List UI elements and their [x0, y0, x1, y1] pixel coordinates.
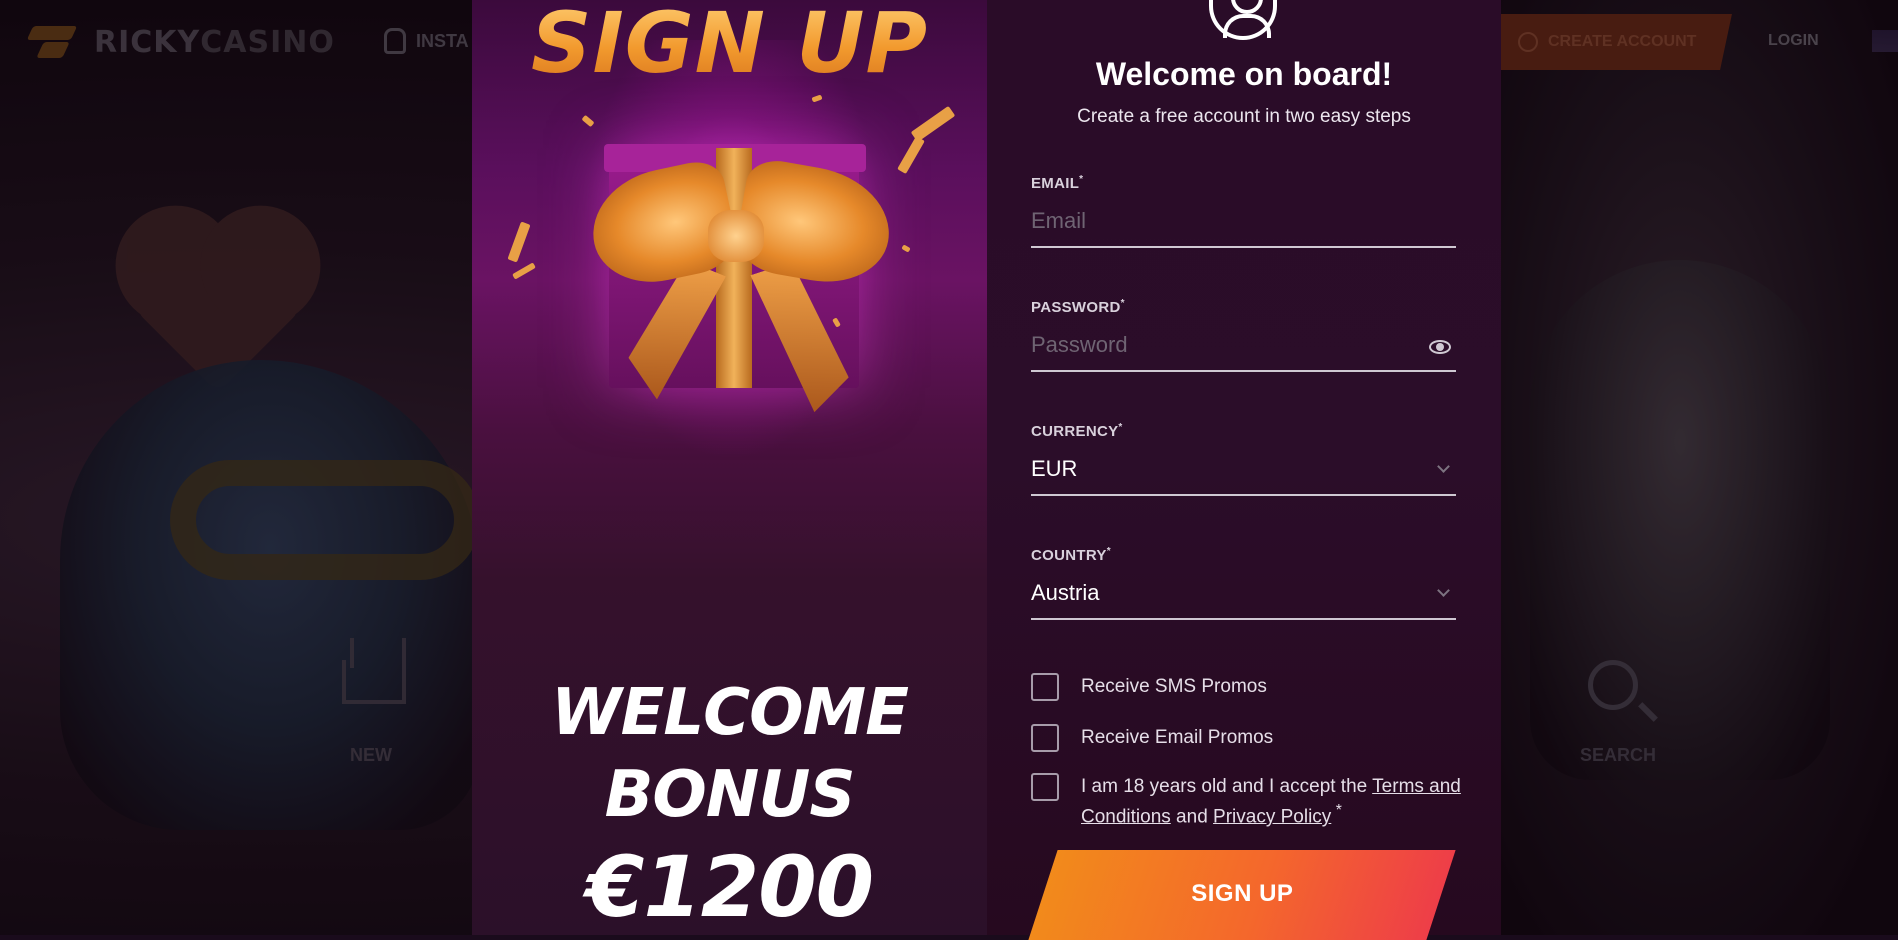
email-input[interactable] — [1031, 204, 1456, 248]
user-icon — [1209, 0, 1277, 40]
signup-submit-button[interactable]: SIGN UP — [1028, 850, 1456, 940]
promo-title: SIGN UP — [472, 0, 987, 92]
country-select[interactable]: Austria — [1031, 576, 1456, 620]
email-promos-label: Receive Email Promos — [1081, 727, 1274, 748]
signup-submit-label: SIGN UP — [1191, 880, 1294, 907]
confetti — [897, 136, 925, 174]
bonus-amount: €1200 — [585, 838, 874, 935]
sms-promos-checkbox[interactable] — [1031, 673, 1059, 701]
country-label: COUNTRY* — [1031, 546, 1111, 564]
currency-field-group: CURRENCY* EUR — [1031, 422, 1456, 496]
email-promos-option[interactable]: Receive Email Promos — [1031, 724, 1461, 752]
eye-icon[interactable] — [1428, 338, 1454, 358]
welcome-line-1: WELCOME — [551, 676, 909, 750]
currency-value: EUR — [1031, 456, 1078, 481]
form-title: Welcome on board! — [1095, 56, 1393, 92]
chevron-down-icon — [1437, 460, 1450, 473]
terms-checkbox[interactable] — [1031, 773, 1059, 801]
confetti — [512, 262, 536, 280]
terms-option[interactable]: I am 18 years old and I accept the Terms… — [1031, 773, 1461, 829]
sms-promos-label: Receive SMS Promos — [1081, 676, 1267, 697]
sms-promos-option[interactable]: Receive SMS Promos — [1031, 673, 1461, 701]
country-field-group: COUNTRY* Austria — [1031, 546, 1456, 620]
password-label: PASSWORD* — [1031, 298, 1125, 316]
signup-promo-panel: SIGN UP WELCOME BONUS €1200 — [472, 0, 987, 935]
privacy-link[interactable]: Privacy Policy — [1213, 806, 1331, 827]
signup-form-panel: Welcome on board! Create a free account … — [987, 0, 1501, 940]
confetti — [901, 244, 911, 253]
welcome-line-2: BONUS — [604, 758, 856, 832]
password-input[interactable] — [1031, 328, 1456, 372]
terms-label: I am 18 years old and I accept the Terms… — [1081, 776, 1461, 828]
password-field-group: PASSWORD* — [1031, 298, 1456, 372]
form-subtitle: Create a free account in two easy steps — [1077, 106, 1411, 127]
country-value: Austria — [1031, 580, 1100, 605]
currency-label: CURRENCY* — [1031, 422, 1123, 440]
email-field-group: EMAIL* — [1031, 174, 1456, 248]
confetti — [507, 221, 531, 263]
chevron-down-icon — [1437, 584, 1450, 597]
bow-knot — [708, 210, 764, 262]
email-promos-checkbox[interactable] — [1031, 724, 1059, 752]
email-label: EMAIL* — [1031, 174, 1084, 192]
currency-select[interactable]: EUR — [1031, 452, 1456, 496]
